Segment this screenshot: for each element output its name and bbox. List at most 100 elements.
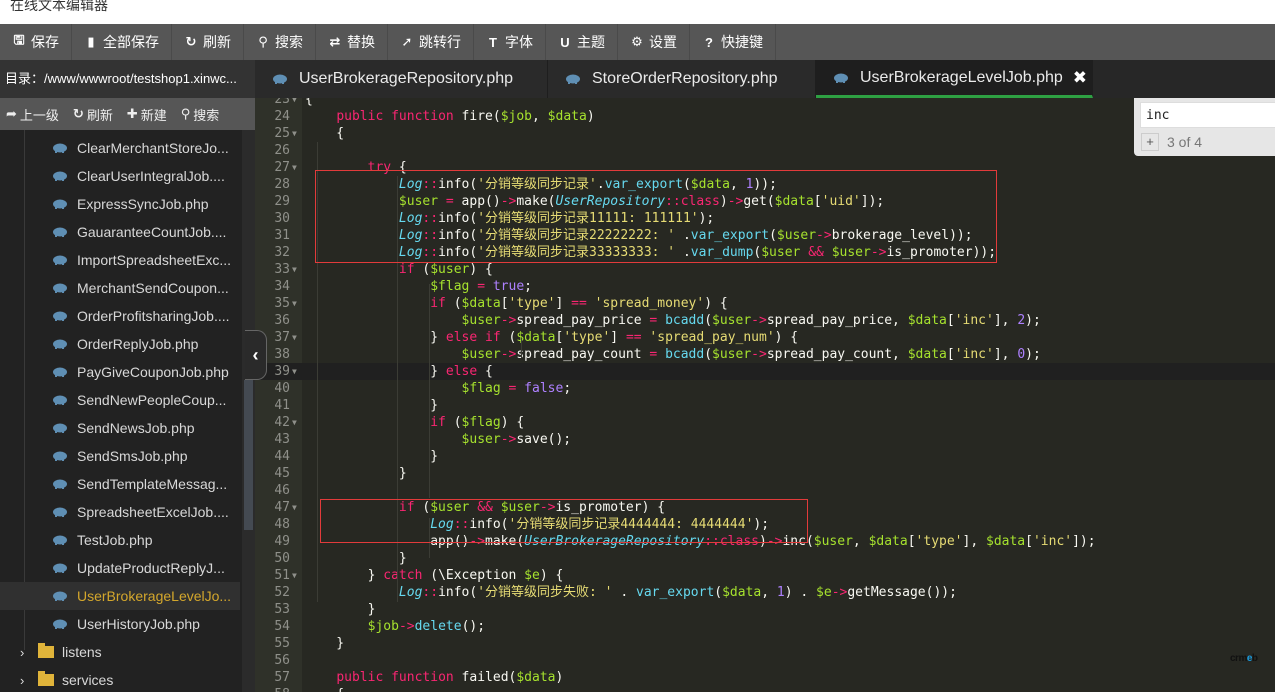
- file-item[interactable]: UserBrokerageLevelJo...: [0, 582, 240, 610]
- code-line[interactable]: 56: [255, 652, 1275, 669]
- file-name: PayGiveCouponJob.php: [77, 364, 229, 380]
- sidebar-toolbar: ➦ 上一级 ↻ 刷新 ✚ 新建 ⚲ 搜索: [0, 98, 255, 130]
- code-line[interactable]: 49 app()->make(UserBrokerageRepository::…: [255, 533, 1275, 550]
- code-line[interactable]: 25 ▼ {: [255, 125, 1275, 142]
- sidebar-tool-up[interactable]: ➦ 上一级: [6, 105, 59, 124]
- file-item[interactable]: PayGiveCouponJob.php: [0, 358, 240, 386]
- toolbar-button-magnet[interactable]: U 主题: [546, 24, 618, 60]
- plus-icon: ✚: [126, 106, 138, 121]
- fold-toggle-icon[interactable]: ▼: [292, 261, 297, 278]
- folder-icon: [38, 671, 54, 686]
- file-item[interactable]: SendNewsJob.php: [0, 414, 240, 442]
- code-line[interactable]: 38 $user->spread_pay_count = bcadd($user…: [255, 346, 1275, 363]
- code-line[interactable]: 30 Log::info('分销等级同步记录11111: 111111');: [255, 210, 1275, 227]
- code-line[interactable]: 36 $user->spread_pay_price = bcadd($user…: [255, 312, 1275, 329]
- code-line[interactable]: 48 Log::info('分销等级同步记录4444444: 4444444')…: [255, 516, 1275, 533]
- toolbar-button-pin[interactable]: ➚ 跳转行: [388, 24, 474, 60]
- folder-name: listens: [62, 644, 102, 660]
- file-item[interactable]: UserHistoryJob.php: [0, 610, 240, 638]
- code-line[interactable]: 52 Log::info('分销等级同步失败: ' . var_export($…: [255, 584, 1275, 601]
- code-line[interactable]: 58 {: [255, 686, 1275, 692]
- save-all-icon: ▮: [87, 34, 95, 49]
- code-line[interactable]: 40 $flag = false;: [255, 380, 1275, 397]
- fold-toggle-icon[interactable]: ▼: [292, 159, 297, 176]
- code-line[interactable]: 35 ▼ if ($data['type'] == 'spread_money')…: [255, 295, 1275, 312]
- file-item[interactable]: MerchantSendCoupon...: [0, 274, 240, 302]
- code-line[interactable]: 29 $user = app()->make(UserRepository::c…: [255, 193, 1275, 210]
- code-editor[interactable]: 23 ▼{24 public function fire($job, $data)…: [255, 98, 1275, 692]
- folder-item[interactable]: › listens: [0, 638, 240, 666]
- file-item[interactable]: ImportSpreadsheetExc...: [0, 246, 240, 274]
- toolbar-button-gear[interactable]: ⚙ 设置: [618, 24, 690, 60]
- fold-toggle-icon[interactable]: ▼: [292, 295, 297, 312]
- code-line[interactable]: 27 ▼ try {: [255, 159, 1275, 176]
- code-line[interactable]: 51 ▼ } catch (\Exception $e) {: [255, 567, 1275, 584]
- code-line[interactable]: 50 }: [255, 550, 1275, 567]
- sidebar-scrollbar[interactable]: [242, 130, 255, 692]
- file-item[interactable]: SendNewPeopleCoup...: [0, 386, 240, 414]
- file-item[interactable]: UpdateProductReplyJ...: [0, 554, 240, 582]
- file-item[interactable]: ClearMerchantStoreJo...: [0, 134, 240, 162]
- fold-toggle-icon[interactable]: ▼: [292, 363, 297, 380]
- code-line[interactable]: 47 ▼ if ($user && $user->is_promoter) {: [255, 499, 1275, 516]
- code-line[interactable]: 41 }: [255, 397, 1275, 414]
- code-line[interactable]: 32 Log::info('分销等级同步记录33333333: ' .var_d…: [255, 244, 1275, 261]
- code-line[interactable]: 34 $flag = true;: [255, 278, 1275, 295]
- code-line[interactable]: 57 public function failed($data): [255, 669, 1275, 686]
- line-number: 41: [274, 398, 290, 413]
- line-number: 47: [274, 500, 290, 515]
- expand-replace-button[interactable]: +: [1141, 133, 1159, 151]
- code-line[interactable]: 45 }: [255, 465, 1275, 482]
- code-line[interactable]: 26: [255, 142, 1275, 159]
- toolbar-button-search[interactable]: ⚲ 搜索: [244, 24, 316, 60]
- toolbar-button-save[interactable]: 🖫 保存: [0, 24, 72, 60]
- scrollbar-thumb[interactable]: [244, 380, 253, 530]
- code-line[interactable]: 53 }: [255, 601, 1275, 618]
- code-line[interactable]: 33 ▼ if ($user) {: [255, 261, 1275, 278]
- toolbar-button-text[interactable]: T 字体: [474, 24, 546, 60]
- fold-toggle-icon[interactable]: ▼: [292, 329, 297, 346]
- code-line[interactable]: 44 }: [255, 448, 1275, 465]
- toolbar-button-refresh[interactable]: ↻ 刷新: [172, 24, 244, 60]
- code-line[interactable]: 37 ▼ } else if ($data['type'] == 'spread_…: [255, 329, 1275, 346]
- tab-file[interactable]: StoreOrderRepository.php: [548, 60, 816, 98]
- fold-toggle-icon[interactable]: ▼: [292, 499, 297, 516]
- code-line[interactable]: 31 Log::info('分销等级同步记录22222222: ' .var_e…: [255, 227, 1275, 244]
- file-item[interactable]: OrderProfitsharingJob....: [0, 302, 240, 330]
- tab-file[interactable]: UserBrokerageRepository.php: [255, 60, 548, 98]
- file-item[interactable]: ExpressSyncJob.php: [0, 190, 240, 218]
- fold-toggle-icon[interactable]: ▼: [292, 414, 297, 431]
- file-item[interactable]: GauaranteeCountJob....: [0, 218, 240, 246]
- fold-toggle-icon[interactable]: ▼: [292, 125, 297, 142]
- code-line[interactable]: 24 public function fire($job, $data): [255, 108, 1275, 125]
- sidebar-tool-refresh[interactable]: ↻ 刷新: [73, 105, 113, 124]
- code-line[interactable]: 23 ▼ {: [255, 98, 1275, 108]
- code-line[interactable]: 54 $job->delete();: [255, 618, 1275, 635]
- code-line[interactable]: 46: [255, 482, 1275, 499]
- toolbar-button-help[interactable]: ? 快捷键: [690, 24, 776, 60]
- file-item[interactable]: TestJob.php: [0, 526, 240, 554]
- search-input[interactable]: [1140, 102, 1275, 128]
- fold-toggle-icon[interactable]: ▼: [292, 98, 297, 108]
- toolbar-button-replace[interactable]: ⇄ 替换: [316, 24, 388, 60]
- fold-toggle-icon[interactable]: ▼: [292, 567, 297, 584]
- sidebar-tool-search[interactable]: ⚲ 搜索: [181, 105, 220, 124]
- code-line[interactable]: 28 Log::info('分销等级同步记录'.var_export($data…: [255, 176, 1275, 193]
- code-line[interactable]: 39 ▼ } else {: [255, 363, 1275, 380]
- file-item[interactable]: SendSmsJob.php: [0, 442, 240, 470]
- code-line[interactable]: 43 $user->save();: [255, 431, 1275, 448]
- folder-item[interactable]: › services: [0, 666, 240, 692]
- file-item[interactable]: SpreadsheetExcelJob....: [0, 498, 240, 526]
- code-line[interactable]: 42 ▼ if ($flag) {: [255, 414, 1275, 431]
- code-line[interactable]: 55 }: [255, 635, 1275, 652]
- close-icon[interactable]: ✖: [1073, 68, 1087, 88]
- file-item[interactable]: OrderReplyJob.php: [0, 330, 240, 358]
- sidebar-tool-plus[interactable]: ✚ 新建: [127, 105, 167, 124]
- collapse-sidebar-button[interactable]: ‹: [245, 330, 267, 380]
- code-text: {: [305, 98, 313, 107]
- file-item[interactable]: ClearUserIntegralJob....: [0, 162, 240, 190]
- sidebar-tool-label: 上一级: [19, 107, 59, 123]
- file-item[interactable]: SendTemplateMessag...: [0, 470, 240, 498]
- toolbar-button-save-all[interactable]: ▮ 全部保存: [72, 24, 172, 60]
- tab-file[interactable]: UserBrokerageLevelJob.php ✖: [816, 60, 1093, 98]
